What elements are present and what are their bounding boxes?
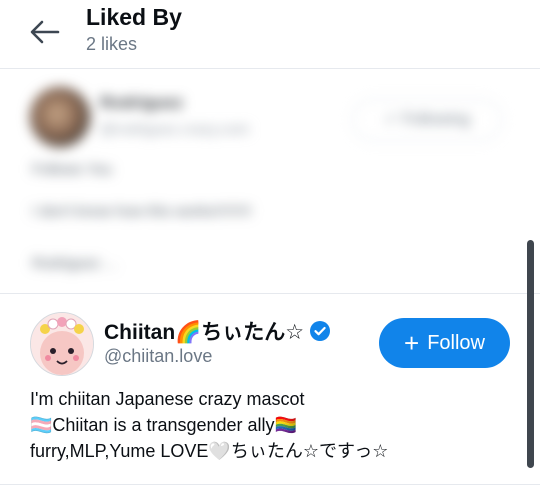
blurred-line: I don't know how this works!!!!!!!!! <box>32 203 252 220</box>
name-row: Chiitan🌈ちぃたん☆ <box>104 316 331 346</box>
likes-count: 2 likes <box>86 34 138 54</box>
plus-icon: + <box>404 328 420 358</box>
arrow-left-icon <box>30 20 60 44</box>
page-title: Liked By <box>86 4 182 30</box>
liker-entry[interactable]: Chiitan🌈ちぃたん☆ @chiitan.love + Follow I'm… <box>0 294 540 485</box>
user-bio: I'm chiitan Japanese crazy mascot 🏳️‍⚧️C… <box>30 386 510 464</box>
blurred-avatar <box>30 87 90 147</box>
bio-line: 🏳️‍⚧️Chiitan is a transgender ally🏳️‍🌈 <box>30 415 297 435</box>
blurred-name: Rodriguez <box>100 93 184 112</box>
bio-line: I'm chiitan Japanese crazy mascot <box>30 389 305 409</box>
back-button[interactable] <box>28 18 64 46</box>
blurred-content: Rodriguez @rodriguez.crazy.com ✓ Followi… <box>0 69 540 293</box>
verified-badge-icon <box>309 320 331 342</box>
blurred-following-button: ✓ Following <box>352 99 502 141</box>
display-name[interactable]: Chiitan🌈ちぃたん☆ <box>104 316 304 346</box>
user-handle: @chiitan.love <box>104 346 213 366</box>
blurred-line: Follows You <box>32 161 113 178</box>
avatar[interactable] <box>30 312 94 376</box>
mascot-avatar-image <box>31 313 93 375</box>
bio-line: furry,MLP,Yume LOVE🤍ちぃたん☆ですっ☆ <box>30 441 389 461</box>
follow-button[interactable]: + Follow <box>379 318 510 368</box>
blurred-handle: @rodriguez.crazy.com <box>100 121 250 138</box>
blurred-liker-entry[interactable]: Rodriguez @rodriguez.crazy.com ✓ Followi… <box>0 69 540 294</box>
follow-label: Follow <box>427 331 485 354</box>
blurred-line: Rodriguez ... <box>32 255 118 272</box>
header: Liked By 2 likes <box>0 0 540 69</box>
